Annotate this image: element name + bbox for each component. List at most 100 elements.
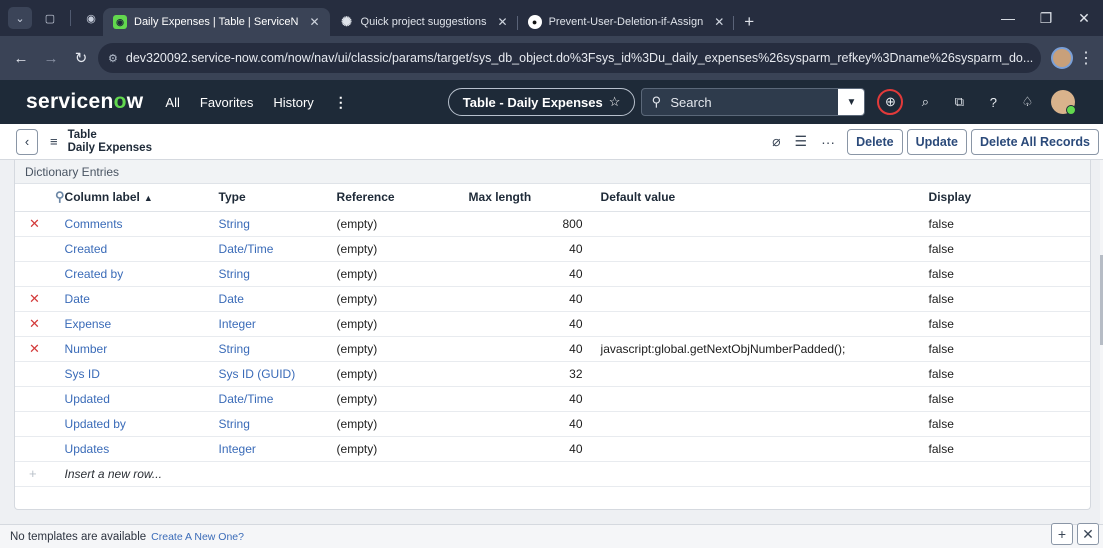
help-icon[interactable]: ? [981,90,1005,114]
delete-x-icon[interactable]: ✕ [15,336,65,362]
table-row[interactable]: Updated Date/Time (empty) 40 false [15,386,1090,412]
column-label-link[interactable]: Updates [64,436,219,462]
globe-icon[interactable]: ⊕ [877,89,904,115]
favorite-star-icon[interactable]: ☆ [609,94,621,110]
table-row[interactable]: Created by String (empty) 40 false [15,261,1090,287]
delete-button[interactable]: Delete [847,128,903,155]
table-row[interactable]: ✕ Expense Integer (empty) 40 false [15,311,1090,337]
column-search-icon[interactable]: ⚲ [29,189,65,204]
column-label-link[interactable]: Updated by [64,411,219,437]
close-icon[interactable]: ✕ [498,15,508,29]
column-label-link[interactable]: Created [64,236,219,262]
minimize-icon[interactable]: — [989,10,1027,26]
back-arrow-icon[interactable]: ← [8,45,34,71]
col-reference[interactable]: Reference [336,184,469,212]
type-link[interactable]: String [218,211,337,237]
restore-icon[interactable]: ❐ [1027,10,1065,27]
type-link[interactable]: Integer [218,311,337,337]
new-tab-button[interactable]: + [734,8,764,36]
menu-more-icon[interactable]: ⋮ [334,94,348,111]
search-input[interactable]: Search [670,95,711,110]
row-spacer [15,411,65,437]
tab-search-button[interactable]: ⌄ [8,7,32,29]
context-pill[interactable]: Table - Daily Expenses ☆ [447,88,636,116]
type-link[interactable]: String [218,411,337,437]
table-row[interactable]: Sys ID Sys ID (GUID) (empty) 32 false [15,361,1090,387]
column-label-link[interactable]: Comments [64,211,219,237]
url-field[interactable]: ⚙ dev320092.service-now.com/now/nav/ui/c… [98,43,1041,73]
type-link[interactable]: String [218,336,337,362]
site-info-icon[interactable]: ⚙ [108,52,118,65]
delete-x-icon[interactable]: ✕ [15,211,65,237]
url-text: dev320092.service-now.com/now/nav/ui/cla… [125,51,1034,65]
type-link[interactable]: Sys ID (GUID) [218,361,337,387]
screen-icon[interactable]: ⧉ [947,90,971,114]
browser-tab-2[interactable]: ● Prevent-User-Deletion-if-Assign ✕ [518,8,735,36]
insert-row[interactable]: + Insert a new row... [15,461,1090,487]
update-button[interactable]: Update [906,128,967,155]
column-label-link[interactable]: Date [64,286,219,312]
browser-profile-avatar[interactable] [1051,47,1073,69]
browser-tab-0[interactable]: ◉ Daily Expenses | Table | ServiceN ✕ [103,8,330,36]
default-value-cell [586,286,929,312]
col-type[interactable]: Type [218,184,337,212]
search-scope-dropdown[interactable]: ▼ [838,89,865,115]
related-list-title: Dictionary Entries [15,160,1090,184]
col-max-length[interactable]: Max length [468,184,587,212]
table-row[interactable]: ✕ Date Date (empty) 40 false [15,286,1090,312]
browser-tab-1[interactable]: ✺ Quick project suggestions ✕ [330,8,518,36]
servicenow-logo[interactable]: servicenow [26,90,143,114]
user-avatar[interactable] [1051,90,1077,115]
type-link[interactable]: Date/Time [218,236,337,262]
menu-history[interactable]: History [273,95,313,110]
column-label-link[interactable]: Expense [64,311,219,337]
default-value-cell [586,211,929,237]
col-column-label[interactable]: Column label ▲ [64,184,219,212]
delete-x-icon[interactable]: ✕ [15,311,65,337]
insert-new-row-link[interactable]: Insert a new row... [64,461,1090,487]
close-icon[interactable]: ✕ [714,15,724,29]
chat-icon[interactable]: ⌕ [913,90,937,114]
pinned-tab-icon[interactable]: ◉ [79,7,103,29]
column-label-link[interactable]: Sys ID [64,361,219,387]
type-link[interactable]: Date/Time [218,386,337,412]
table-row[interactable]: ✕ Number String (empty) 40 javascript:global.… [15,336,1090,362]
global-search[interactable]: ⚲ Search ▼ [641,88,866,116]
delete-all-records-button[interactable]: Delete All Records [971,128,1099,155]
workspaces-icon[interactable]: ▢ [38,7,62,29]
column-label-link[interactable]: Updated [64,386,219,412]
close-icon[interactable]: ✕ [309,15,319,29]
menu-favorites[interactable]: Favorites [200,95,253,110]
form-title-type: Table [67,128,97,141]
close-templates-icon[interactable]: ✕ [1077,523,1099,545]
more-options-icon[interactable]: ··· [821,134,835,150]
browser-menu-icon[interactable]: ⋮ [1077,48,1095,68]
delete-x-icon[interactable]: ✕ [15,286,65,312]
add-template-icon[interactable]: + [1051,523,1073,545]
column-label-link[interactable]: Created by [64,261,219,287]
settings-sliders-icon[interactable]: ☰ [795,133,808,150]
table-row[interactable]: Updates Integer (empty) 40 false [15,436,1090,462]
type-link[interactable]: Integer [218,436,337,462]
back-button[interactable]: ‹ [16,128,38,155]
max-length-cell: 40 [468,286,587,312]
table-row[interactable]: Updated by String (empty) 40 false [15,411,1090,437]
max-length-cell: 32 [468,361,587,387]
notification-bell-icon[interactable]: ♤ [1015,90,1039,114]
table-row[interactable]: Created Date/Time (empty) 40 false [15,236,1090,262]
max-length-cell: 40 [468,336,587,362]
attachment-icon[interactable]: ⌀ [772,133,780,150]
type-link[interactable]: String [218,261,337,287]
window-close-icon[interactable]: ✕ [1065,10,1103,27]
type-link[interactable]: Date [218,286,337,312]
hamburger-icon[interactable]: ≡ [50,134,58,149]
reload-icon[interactable]: ↻ [68,45,94,71]
forward-arrow-icon[interactable]: → [38,45,64,71]
table-row[interactable]: ✕ Comments String (empty) 800 false [15,211,1090,237]
create-template-link[interactable]: Create A New One? [151,531,244,543]
menu-all[interactable]: All [165,95,179,110]
col-display[interactable]: Display [928,184,1090,212]
max-length-cell: 40 [468,411,587,437]
column-label-link[interactable]: Number [64,336,219,362]
col-default-value[interactable]: Default value [586,184,929,212]
